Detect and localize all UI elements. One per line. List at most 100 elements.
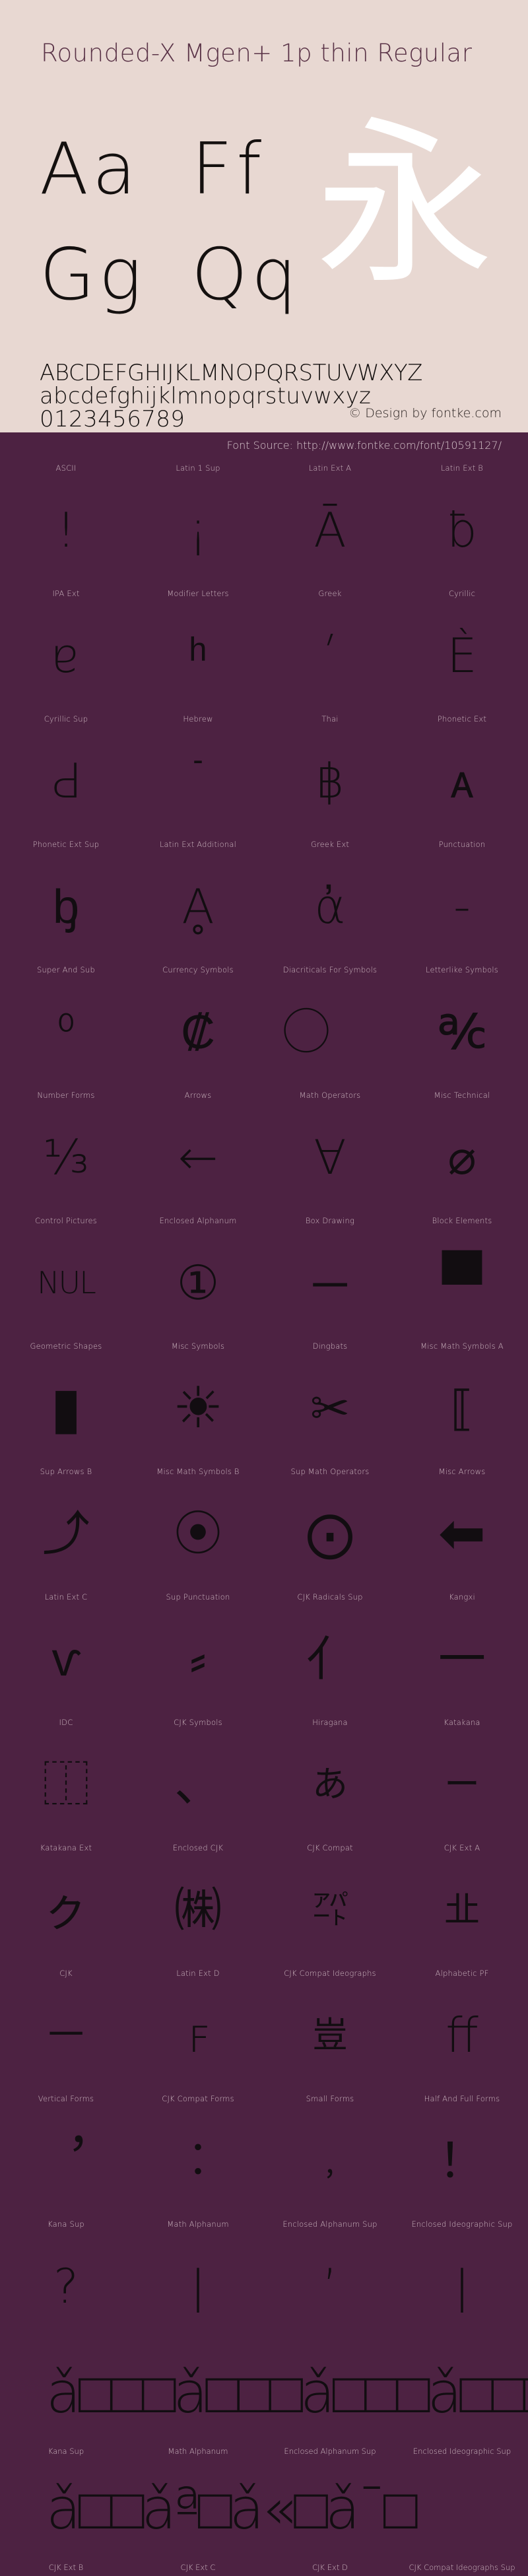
unicode-block-glyph: ’	[322, 2258, 338, 2314]
font-source-link[interactable]: Font Source: http://www.fontke.com/font/…	[227, 439, 502, 452]
unicode-block-label: Phonetic Ext Sup	[32, 840, 100, 849]
unicode-block-cell[interactable]: Box Drawing ─	[264, 1215, 396, 1340]
unicode-block-cell[interactable]: CJK Compat Ideographs 豈	[264, 1967, 396, 2093]
unicode-block-label: Enclosed CJK	[172, 1843, 224, 1852]
unicode-block-cell[interactable]: Cyrillic Ѐ	[396, 588, 528, 713]
unicode-block-cell[interactable]: Sup Punctuation ⸗	[132, 1591, 264, 1716]
unicode-block-cell[interactable]: Arrows ←	[132, 1089, 264, 1215]
unicode-block-cell[interactable]: Latin Ext A Ā	[264, 462, 396, 588]
unicode-block-cell[interactable]: Enclosed Alphanum ①	[132, 1215, 264, 1340]
unicode-block-glyph: ‐	[453, 879, 471, 934]
unicode-block-cell[interactable]: Greek ʹ	[264, 588, 396, 713]
unicode-block-label: CJK Compat	[307, 1843, 353, 1852]
unicode-block-label: CJK	[59, 1969, 73, 1978]
unicode-block-cell[interactable]: Latin Ext C ⱱ	[0, 1591, 132, 1716]
unicode-block-cell[interactable]: Kana Sup?	[0, 2218, 132, 2344]
unicode-block-cell[interactable]: Small Forms ﹐	[264, 2093, 396, 2218]
unicode-block-cell[interactable]: Katakana ー	[396, 1716, 528, 1842]
unicode-block-label: Enclosed Alphanum Sup	[282, 2220, 378, 2229]
unicode-block-cell[interactable]: IPA Ext ɐ	[0, 588, 132, 713]
unicode-block-glyph: 、	[174, 1757, 222, 1812]
unicode-block-glyph: NUL	[37, 1265, 96, 1301]
unicode-block-cell[interactable]: Dingbats ✂	[264, 1340, 396, 1466]
unicode-block-label: CJK Ext B	[48, 2563, 84, 2572]
unicode-block-label: Enclosed Ideographic Sup	[411, 2220, 513, 2229]
unicode-block-cell[interactable]: Sup Math Operators ⨀	[264, 1466, 396, 1591]
unicode-block-glyph: ἀ	[314, 879, 346, 934]
unicode-block-row: CJK 一 Latin Ext D ꜰ CJK Compat Ideographs 豈 Al…	[0, 1967, 528, 2093]
unicode-block-label: Sup Punctuation	[166, 1592, 230, 1602]
unicode-block-label: Greek Ext	[310, 840, 350, 849]
unicode-block-glyph: ʹ	[323, 628, 337, 683]
unicode-block-cell[interactable]: Currency Symbols ₡	[132, 964, 264, 1089]
unicode-block-cell[interactable]: Sup Arrows B ⤴	[0, 1466, 132, 1591]
unicode-block-cell[interactable]: Control Pictures NUL	[0, 1215, 132, 1340]
unicode-block-cell[interactable]: Hiragana あ	[264, 1716, 396, 1842]
unicode-block-cell[interactable]: CJK Symbols 、	[132, 1716, 264, 1842]
unicode-block-cell[interactable]: Block Elements ▀	[396, 1215, 528, 1340]
unicode-block-cell[interactable]: Geometric Shapes ▮	[0, 1340, 132, 1466]
unicode-block-cell[interactable]: Thai ฿	[264, 713, 396, 838]
unicode-block-cell[interactable]: Misc Math Symbols B ⦿	[132, 1466, 264, 1591]
unicode-block-glyph: ᴀ	[450, 753, 474, 809]
unicode-block-cell[interactable]: Math Operators ∀	[264, 1089, 396, 1215]
unicode-block-row: Phonetic Ext Sup ᶀ Latin Ext Additional Ḁ Gr…	[0, 838, 528, 964]
unicode-block-glyph: Ḁ	[182, 879, 214, 934]
unicode-block-row: Super And Sub ⁰ Currency Symbols ₡ Diacritic…	[0, 964, 528, 1089]
unicode-block-cell[interactable]: Diacriticals For Symbols⃝	[264, 964, 396, 1089]
unicode-block-cell[interactable]: Latin Ext B ƀ	[396, 462, 528, 588]
unicode-block-cell[interactable]: Math Alphanum ǀ	[132, 2218, 264, 2344]
unicode-block-cell[interactable]: Vertical Forms ︐	[0, 2093, 132, 2218]
unicode-block-label: CJK Ext A	[444, 1843, 480, 1852]
unicode-block-cell[interactable]: Misc Math Symbols A ⟦	[396, 1340, 528, 1466]
unicode-block-row: Cyrillic Sup Ԁ Hebrewֿ Thai ฿ Phonetic Ext ᴀ	[0, 713, 528, 838]
unicode-block-cell[interactable]: Number Forms ⅓	[0, 1089, 132, 1215]
unicode-block-glyph: ⺅	[306, 1631, 354, 1687]
unicode-block-cell[interactable]: Latin 1 Sup ¡	[132, 462, 264, 588]
specimen-samples: Aa Ff Gg Qq 永	[0, 116, 528, 350]
unicode-block-label: Control Pictures	[35, 1216, 97, 1225]
unicode-block-cell[interactable]: Cyrillic Sup Ԁ	[0, 713, 132, 838]
unicode-block-glyph: ƀ	[447, 502, 477, 558]
unicode-block-cell[interactable]: CJK Radicals Sup ⺅	[264, 1591, 396, 1716]
unicode-block-label: Misc Arrows	[438, 1467, 486, 1476]
specimen-pair-ff: Ff	[191, 128, 266, 211]
unicode-block-glyph: ?	[53, 2258, 79, 2314]
unicode-block-cell[interactable]: CJK 一	[0, 1967, 132, 2093]
unicode-block-cell[interactable]: ASCII!	[0, 462, 132, 588]
unicode-block-label: Half And Full Forms	[424, 2094, 500, 2103]
unicode-block-cell[interactable]: Alphabetic PF ﬀ	[396, 1967, 528, 2093]
unicode-block-cell[interactable]: Latin Ext Additional Ḁ	[132, 838, 264, 964]
unicode-block-label: Diacriticals For Symbols	[282, 965, 378, 974]
unicode-block-cell[interactable]: Enclosed CJK ㈱	[132, 1842, 264, 1967]
unicode-block-row: ASCII! Latin 1 Sup ¡ Latin Ext A Ā Latin Ext …	[0, 462, 528, 588]
unicode-block-cell[interactable]: IDC ⿰	[0, 1716, 132, 1842]
unicode-block-cell[interactable]: Greek Ext ἀ	[264, 838, 396, 964]
unicode-block-glyph: ！	[438, 2133, 486, 2188]
unicode-block-cell[interactable]: Letterlike Symbols ℀	[396, 964, 528, 1089]
unicode-block-cell[interactable]: Phonetic Ext Sup ᶀ	[0, 838, 132, 964]
unicode-block-cell[interactable]: Enclosed Alphanum Sup ’	[264, 2218, 396, 2344]
unicode-block-label: Enclosed Ideographic Sup	[412, 2447, 512, 2456]
unicode-block-label: Hebrew	[183, 714, 213, 724]
unicode-block-cell[interactable]: CJK Compat Forms ︰	[132, 2093, 264, 2218]
unicode-block-cell[interactable]: Enclosed Ideographic Sup ǀ	[396, 2218, 528, 2344]
unicode-block-cell[interactable]: Half And Full Forms ！	[396, 2093, 528, 2218]
unicode-block-glyph: ᶀ	[52, 879, 80, 934]
unicode-block-cell[interactable]: Punctuation ‐	[396, 838, 528, 964]
unicode-block-cell[interactable]: Misc Symbols ☀	[132, 1340, 264, 1466]
unicode-block-cell[interactable]: Katakana Ext ㇰ	[0, 1842, 132, 1967]
unicode-block-cell[interactable]: Kangxi ⼀	[396, 1591, 528, 1716]
unicode-block-cell[interactable]: CJK Compat ㌀	[264, 1842, 396, 1967]
unicode-block-label: Enclosed Alphanum	[159, 1216, 237, 1225]
unicode-block-cell[interactable]: Phonetic Ext ᴀ	[396, 713, 528, 838]
unicode-block-glyph: ☀	[172, 1375, 224, 1441]
unicode-block-cell[interactable]: Misc Arrows ⬅	[396, 1466, 528, 1591]
unicode-block-cell[interactable]: Modifier Letters ʰ	[132, 588, 264, 713]
unicode-block-cell[interactable]: Hebrewֿ	[132, 713, 264, 838]
unicode-block-cell[interactable]: CJK Ext A 㐀	[396, 1842, 528, 1967]
unicode-block-cell[interactable]: Super And Sub ⁰	[0, 964, 132, 1089]
unicode-block-cell[interactable]: Misc Technical ⌀	[396, 1089, 528, 1215]
unicode-block-glyph: ⅓	[43, 1130, 89, 1185]
unicode-block-cell[interactable]: Latin Ext D ꜰ	[132, 1967, 264, 2093]
